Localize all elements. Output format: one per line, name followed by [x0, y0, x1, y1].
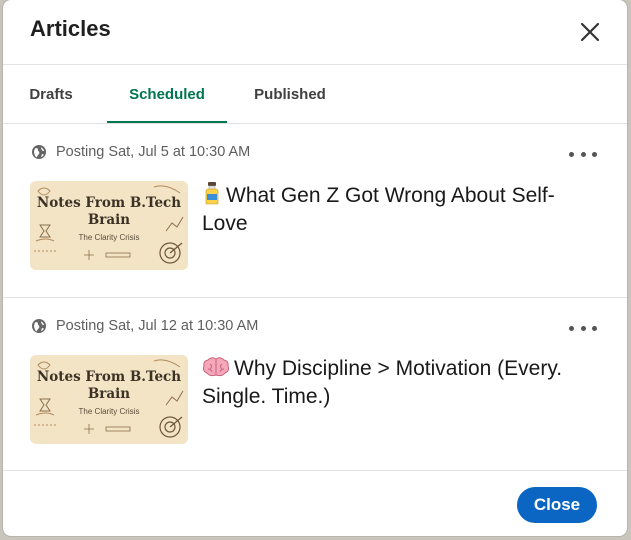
- dialog-header: Articles: [3, 0, 627, 65]
- article-title-text: Why Discipline > Motivation (Every. Sing…: [202, 357, 563, 408]
- more-options-icon[interactable]: [569, 144, 597, 164]
- article-title-link[interactable]: What Gen Z Got Wrong About Self-Love: [202, 181, 600, 238]
- scheduled-article-item: Posting Sat, Jul 12 at 10:30 AM Notes Fr…: [3, 298, 627, 471]
- close-icon[interactable]: [577, 19, 603, 45]
- scheduled-article-item: Posting Sat, Jul 5 at 10:30 AM Notes Fro…: [3, 124, 627, 298]
- posting-time: Posting Sat, Jul 5 at 10:30 AM: [31, 144, 250, 160]
- article-title-link[interactable]: Why Discipline > Motivation (Every. Sing…: [202, 355, 600, 411]
- tab-drafts[interactable]: Drafts: [17, 65, 85, 123]
- thumbnail-heading: Notes From B.Tech Brain: [36, 195, 182, 228]
- thumbnail-subtitle: The Clarity Crisis: [78, 233, 140, 242]
- posting-time-text: Posting Sat, Jul 12 at 10:30 AM: [56, 318, 259, 334]
- tab-bar: Drafts Scheduled Published: [3, 65, 627, 124]
- article-title-text: What Gen Z Got Wrong About Self-Love: [202, 184, 555, 235]
- globe-icon: [32, 319, 46, 333]
- tab-scheduled[interactable]: Scheduled: [107, 65, 227, 123]
- tab-published[interactable]: Published: [247, 65, 333, 123]
- thumbnail-heading: Notes From B.Tech Brain: [36, 369, 182, 402]
- article-thumbnail[interactable]: Notes From B.Tech Brain The Clarity Cris…: [30, 355, 188, 444]
- dialog-title: Articles: [30, 16, 111, 41]
- posting-time: Posting Sat, Jul 12 at 10:30 AM: [31, 318, 258, 334]
- thumbnail-subtitle: The Clarity Crisis: [78, 407, 140, 416]
- article-thumbnail[interactable]: Notes From B.Tech Brain The Clarity Cris…: [30, 181, 188, 270]
- brain-icon: [202, 357, 230, 377]
- articles-dialog: Articles Drafts Scheduled Published Post…: [3, 0, 627, 536]
- globe-icon: [32, 145, 46, 159]
- dialog-footer: Close: [3, 470, 627, 536]
- posting-time-text: Posting Sat, Jul 5 at 10:30 AM: [56, 144, 251, 160]
- close-button[interactable]: Close: [517, 487, 597, 523]
- bottle-icon: [205, 182, 219, 205]
- more-options-icon[interactable]: [569, 318, 597, 338]
